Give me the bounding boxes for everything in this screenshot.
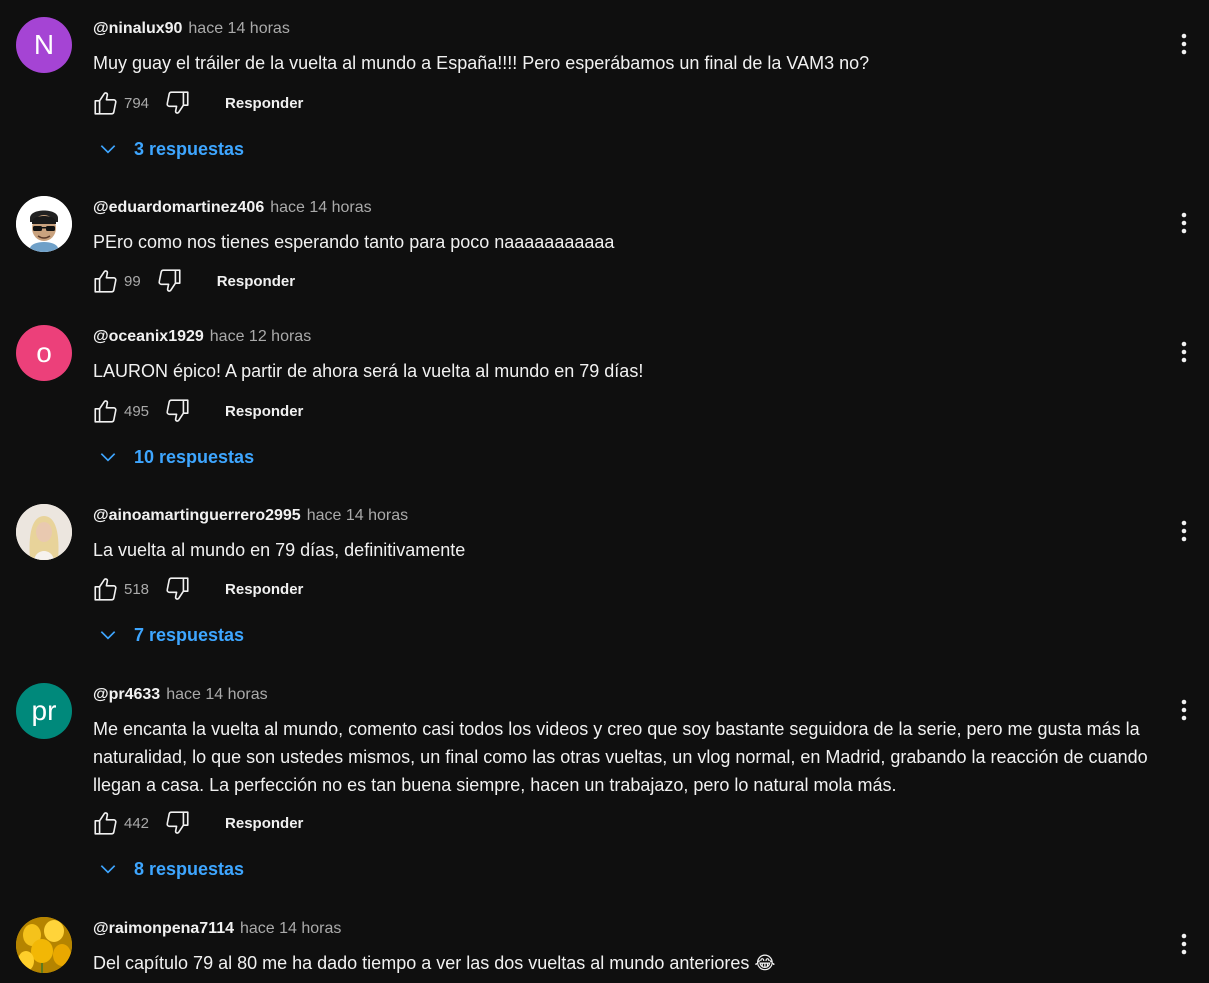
avatar-letter: o: [36, 337, 52, 368]
comment-header: @eduardomartinez406 hace 14 horas: [93, 199, 372, 219]
author-name[interactable]: @pr4633: [93, 686, 160, 704]
like-button[interactable]: [90, 574, 120, 604]
more-vertical-icon: [1181, 520, 1187, 542]
comment-text: Del capítulo 79 al 80 me ha dado tiempo …: [93, 953, 776, 973]
avatar-image: [16, 196, 72, 252]
like-count: 495: [124, 402, 150, 420]
comment-actions: 518 Responder: [90, 573, 303, 605]
like-button[interactable]: [90, 88, 120, 118]
comment-time[interactable]: hace 14 horas: [166, 686, 267, 704]
thumb-down-icon: [166, 811, 189, 834]
replies-count-label: 10 respuestas: [134, 446, 255, 467]
comment-time[interactable]: hace 14 horas: [270, 199, 371, 217]
thumb-down-icon: [166, 577, 189, 600]
replies-count-label: 7 respuestas: [134, 624, 245, 645]
replies-count-label: 3 respuestas: [134, 138, 245, 159]
like-count: 442: [124, 814, 150, 832]
like-button[interactable]: [90, 266, 120, 296]
comment-time[interactable]: hace 14 horas: [307, 507, 408, 525]
more-vertical-icon: [1181, 699, 1187, 721]
comment-header: @oceanix1929 hace 12 horas: [93, 328, 311, 348]
avatar[interactable]: N: [16, 17, 72, 73]
thumb-down-icon: [166, 91, 189, 114]
view-replies-button[interactable]: 3 respuestas: [96, 134, 244, 164]
comment-text: LAURON épico! A partir de ahora será la …: [93, 361, 644, 381]
like-count: 794: [124, 94, 150, 112]
chevron-down-icon: [96, 857, 120, 881]
dislike-button[interactable]: [163, 88, 193, 118]
avatar[interactable]: [16, 504, 72, 560]
comment-menu-button[interactable]: [1170, 30, 1198, 58]
comment-text: Muy guay el tráiler de la vuelta al mund…: [93, 53, 870, 73]
more-vertical-icon: [1181, 33, 1187, 55]
comment-time[interactable]: hace 14 horas: [188, 20, 289, 38]
reply-button[interactable]: Responder: [225, 403, 303, 420]
comment-time[interactable]: hace 14 horas: [240, 920, 341, 938]
thumb-up-icon: [94, 92, 117, 115]
comment-actions: 495 Responder: [90, 395, 303, 427]
author-name[interactable]: @raimonpena7114: [93, 920, 234, 938]
thumb-up-icon: [94, 400, 117, 423]
thumb-up-icon: [94, 270, 117, 293]
chevron-down-icon: [96, 445, 120, 469]
like-button[interactable]: [90, 808, 120, 838]
comment-actions: 99 Responder: [90, 265, 295, 297]
avatar-image: [16, 917, 72, 973]
comment-text: PEro como nos tienes esperando tanto par…: [93, 232, 615, 252]
comment-menu-button[interactable]: [1170, 696, 1198, 724]
like-count: 518: [124, 580, 150, 598]
author-name[interactable]: @oceanix1929: [93, 328, 204, 346]
author-name[interactable]: @eduardomartinez406: [93, 199, 264, 217]
comment-header: @ainoamartinguerrero2995 hace 14 horas: [93, 507, 408, 527]
avatar-letter: pr: [31, 695, 57, 726]
avatar[interactable]: [16, 917, 72, 973]
chevron-down-icon: [96, 137, 120, 161]
avatar[interactable]: pr: [16, 683, 72, 739]
dislike-button[interactable]: [155, 266, 185, 296]
more-vertical-icon: [1181, 933, 1187, 955]
avatar-letter: N: [33, 29, 55, 60]
view-replies-button[interactable]: 10 respuestas: [96, 442, 254, 472]
comment-actions: 794 Responder: [90, 87, 303, 119]
author-name[interactable]: @ninalux90: [93, 20, 182, 38]
comment-time[interactable]: hace 12 horas: [210, 328, 311, 346]
avatar[interactable]: [16, 196, 72, 252]
comment-menu-button[interactable]: [1170, 930, 1198, 958]
comment-text: Me encanta la vuelta al mundo, comento c…: [93, 719, 1148, 795]
comment-menu-button[interactable]: [1170, 209, 1198, 237]
reply-button[interactable]: Responder: [217, 273, 295, 290]
chevron-down-icon: [96, 623, 120, 647]
author-name[interactable]: @ainoamartinguerrero2995: [93, 507, 301, 525]
reply-button[interactable]: Responder: [225, 815, 303, 832]
thumb-up-icon: [94, 578, 117, 601]
view-replies-button[interactable]: 8 respuestas: [96, 854, 244, 884]
comment-header: @ninalux90 hace 14 horas: [93, 20, 290, 40]
view-replies-button[interactable]: 7 respuestas: [96, 620, 244, 650]
dislike-button[interactable]: [163, 808, 193, 838]
dislike-button[interactable]: [163, 396, 193, 426]
more-vertical-icon: [1181, 212, 1187, 234]
comment-menu-button[interactable]: [1170, 338, 1198, 366]
thumb-down-icon: [158, 269, 181, 292]
comment-header: @raimonpena7114 hace 14 horas: [93, 920, 341, 940]
avatar-image: [16, 504, 72, 560]
like-button[interactable]: [90, 396, 120, 426]
comment-text: La vuelta al mundo en 79 días, definitiv…: [93, 540, 466, 560]
thumb-down-icon: [166, 399, 189, 422]
thumb-up-icon: [94, 812, 117, 835]
dislike-button[interactable]: [163, 574, 193, 604]
reply-button[interactable]: Responder: [225, 95, 303, 112]
avatar[interactable]: o: [16, 325, 72, 381]
comment-actions: 442 Responder: [90, 807, 303, 839]
replies-count-label: 8 respuestas: [134, 858, 245, 879]
comment-header: @pr4633 hace 14 horas: [93, 686, 268, 706]
comment-menu-button[interactable]: [1170, 517, 1198, 545]
more-vertical-icon: [1181, 341, 1187, 363]
reply-button[interactable]: Responder: [225, 581, 303, 598]
like-count: 99: [124, 272, 141, 290]
